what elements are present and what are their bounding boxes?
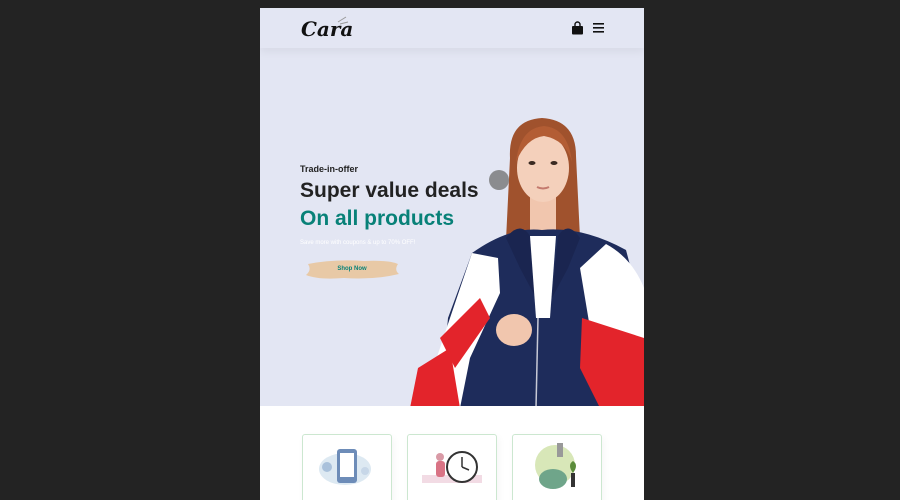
logo-text: Cara: [301, 17, 352, 41]
feature-card-online-order: [302, 434, 392, 500]
save-time-illustration: [422, 451, 482, 483]
online-order-illustration: [319, 449, 371, 485]
hero-headline: Super value deals: [300, 179, 479, 202]
hero-kicker: Trade-in-offer: [300, 164, 359, 174]
shop-now-button[interactable]: Shop Now: [304, 258, 400, 280]
hamburger-menu-icon[interactable]: [593, 23, 605, 33]
pointer-cursor: [489, 170, 509, 190]
features-section: [260, 406, 644, 500]
site-header: Cara: [260, 8, 644, 48]
page: Cara Trade-in-offer Super value deals On…: [260, 8, 644, 500]
feature-card-save-time: [407, 434, 497, 500]
hero-text: Trade-in-offer Super value deals On all …: [300, 164, 479, 280]
shopping-bag-icon[interactable]: [571, 21, 584, 35]
shop-now-label: Shop Now: [337, 266, 367, 272]
logo[interactable]: Cara: [300, 14, 352, 42]
hero-subtext: Save more with coupons & up to 70% OFF!: [300, 240, 416, 246]
hero-banner: Trade-in-offer Super value deals On all …: [260, 48, 644, 406]
feature-card-save-money: [512, 434, 602, 500]
save-money-illustration: [535, 443, 576, 489]
hero-highlight: On all products: [300, 207, 455, 230]
